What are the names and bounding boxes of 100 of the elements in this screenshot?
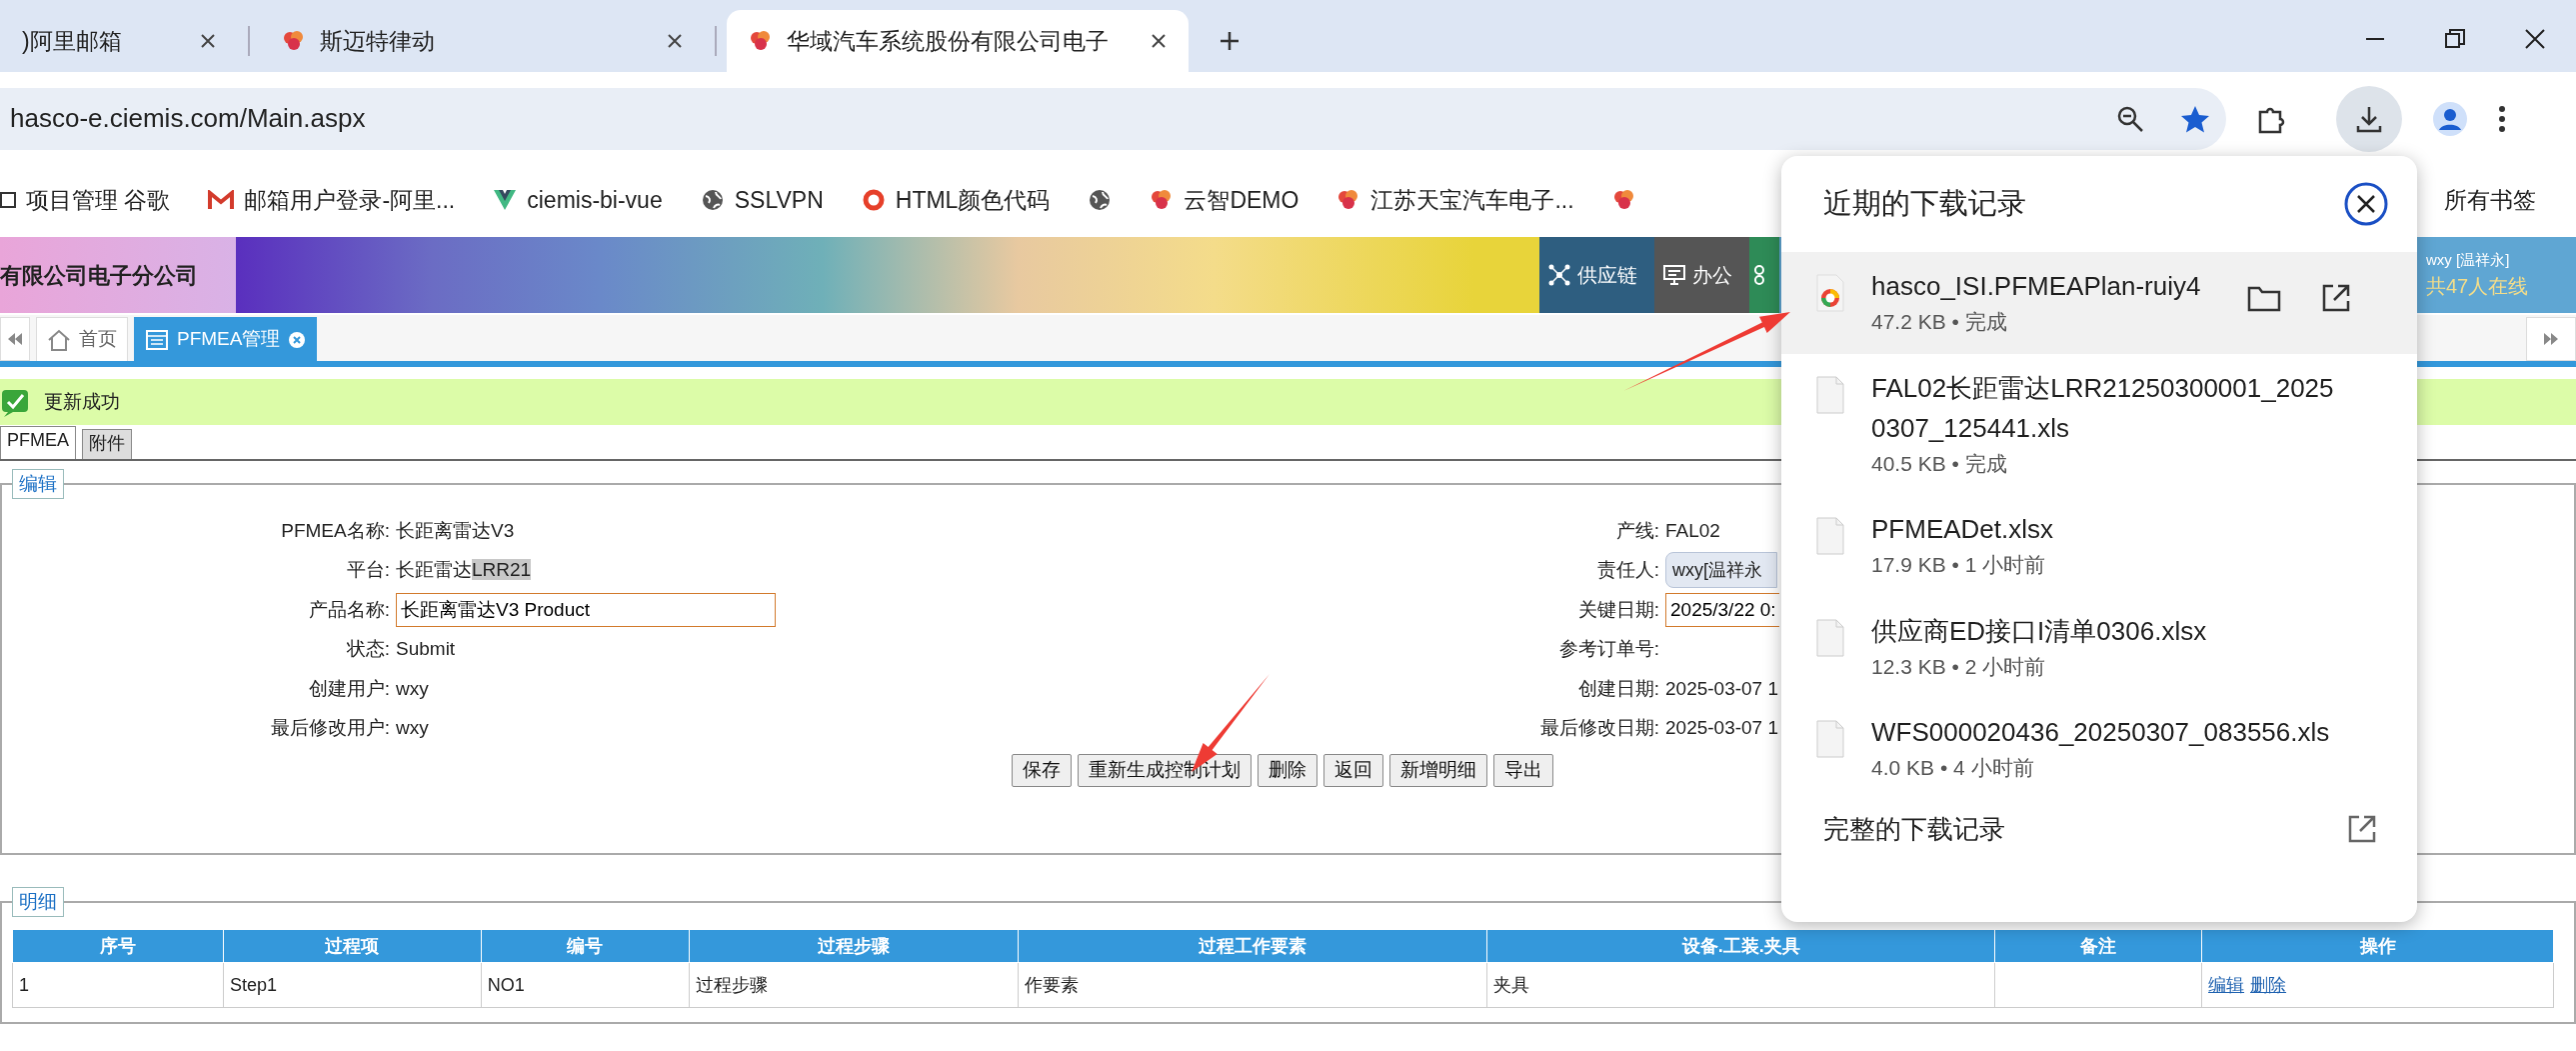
panel-title: 近期的下载记录 [1823,186,2026,222]
site-title: 有限公司电子分公司 [0,261,198,290]
field-label: PFMEA名称: [281,519,390,541]
field-label: 创建用户: [308,677,390,699]
flower-logo-icon[interactable] [1611,188,1636,212]
download-item[interactable]: WFS000020436_20250307_083556.xls 4.0 KB • 4 小时前 [1781,698,2417,800]
nav-button[interactable] [1749,237,1779,313]
network-icon [1547,263,1571,287]
form-tab[interactable]: 附件 [82,429,132,459]
close-icon[interactable] [200,33,216,49]
globe-icon [700,188,725,212]
action-button[interactable]: 保存 [1011,754,1072,787]
action-button[interactable]: 导出 [1492,754,1553,787]
table-cell: NO1 [487,974,525,995]
download-item[interactable]: PFMEADet.xlsx 17.9 KB • 1 小时前 [1781,495,2417,597]
mail-icon [208,190,235,210]
user-chip[interactable]: wxy[温祥永 [1665,552,1777,589]
column-header: 过程项 [223,929,482,963]
file-icon [1815,517,1845,555]
full-history-link[interactable]: 完整的下载记录 [1823,809,2005,849]
column-header: 过程步骤 [689,929,1019,963]
browser-tab[interactable]: )阿里邮箱 [0,10,238,72]
field-label: 关键日期: [1577,598,1659,620]
scroll-right-button[interactable] [2526,317,2576,361]
ring-icon [861,188,886,212]
double-left-icon [7,332,23,346]
action-button[interactable]: 新增明细 [1388,754,1487,787]
field-value: FAL02 [1665,519,1720,541]
table-link[interactable]: 删除 [2250,974,2287,995]
section-legend: 编辑 [12,469,64,499]
field-label: 最后修改用户: [270,717,390,738]
file-name: 供应商ED接口I清单0306.xlsx [1871,614,2208,648]
menu-icon[interactable] [2498,103,2506,134]
action-button[interactable]: 删除 [1257,754,1317,787]
bookmark-link[interactable]: ciemis-bi-vue [527,182,663,218]
column-header: 过程工作要素 [1018,929,1487,963]
field-label: 最后修改日期: [1539,717,1659,738]
restore-icon[interactable] [2444,28,2466,50]
download-item[interactable]: hasco_ISI.PFMEAPlan-ruiy4 47.2 KB • 完成 [1781,252,2417,354]
bookmark-link[interactable]: 江苏天宝汽车电子... [1370,182,1574,218]
circles-icon [1753,265,1765,285]
globe-icon[interactable] [1088,188,1113,212]
bookmark-folder[interactable]: 所有书签 [2444,182,2536,218]
table-icon [145,328,169,351]
zoom-icon[interactable] [2116,104,2144,133]
file-meta: 47.2 KB • 完成 [1871,309,2008,335]
field-label: 产品名称: [308,598,390,620]
home-icon [47,328,71,351]
download-item[interactable]: 供应商ED接口I清单0306.xlsx 12.3 KB • 2 小时前 [1781,596,2417,698]
field-label: 责任人: [1596,559,1659,580]
field-label: 创建日期: [1577,677,1659,699]
close-icon[interactable] [2524,28,2546,50]
page-tab[interactable]: 首页 [36,317,128,361]
external-link-icon[interactable] [2321,282,2351,313]
flower-logo-icon [749,29,773,53]
field-label: 平台: [346,559,390,580]
column-header: 操作 [2201,929,2554,963]
nav-button[interactable]: 供应链 [1539,237,1654,313]
browser-tab[interactable]: 斯迈特律动 [260,10,705,72]
bookmark-link[interactable]: HTML颜色代码 [895,182,1051,218]
v-logo-icon [493,189,518,211]
form-tab[interactable]: PFMEA [0,426,76,459]
text-field[interactable]: 长距离雷达V3 Product [396,592,776,627]
close-icon[interactable] [2343,181,2389,227]
address-bar[interactable]: hasco-e.ciemis.com/Main.aspx [0,87,2226,150]
close-icon[interactable] [667,33,683,49]
monitor-icon [1662,263,1686,287]
text-field[interactable]: 2025/3/22 0: [1665,592,1779,627]
browser-tab[interactable]: 华域汽车系统股份有限公司电子 [727,10,1189,72]
file-name: hasco_ISI.PFMEAPlan-ruiy4 [1871,270,2202,303]
external-link-icon[interactable] [2347,814,2377,844]
bookmark-link[interactable]: 云智DEMO [1184,182,1299,218]
column-header: 备注 [1994,929,2202,963]
table-cell: 1 [19,974,29,995]
bookmark-link[interactable]: SSLVPN [734,182,824,218]
download-item[interactable]: FAL02长距雷达LRR21250300001_20250307_125441.xls 40.5 KB • 完成 [1781,353,2417,495]
file-name: PFMEADet.xlsx [1871,513,2055,546]
flower-logo-icon [282,29,306,53]
table-cell: 夹具 [1493,974,1530,995]
pdf-file-icon [1815,274,1845,312]
close-icon[interactable] [1151,33,1167,49]
nav-button[interactable]: 办公 [1654,237,1749,313]
bookmark-link[interactable]: 项目管理 谷歌 [26,182,171,218]
field-value: wxy [396,677,429,699]
table-cell: 作要素 [1024,974,1079,995]
field-label: 参考订单号: [1558,638,1659,659]
profile-icon[interactable] [2432,100,2468,137]
file-name: FAL02长距雷达LRR21250300001_20250307_125441.xls [1871,371,2335,445]
field-value: 2025-03-07 1 [1665,677,1779,699]
online-count: 共47人在线 [2426,274,2530,300]
table-cell: Step1 [229,974,277,995]
plus-icon[interactable] [1219,30,1241,52]
scroll-left-button[interactable] [0,317,30,361]
bookmark-link[interactable]: 邮箱用户登录-阿里... [244,182,456,218]
file-meta: 12.3 KB • 2 小时前 [1871,653,2047,680]
double-right-icon [2543,332,2559,346]
table-link[interactable]: 编辑 [2208,974,2245,995]
field-label: 状态: [346,638,390,659]
field-value: wxy [396,717,429,738]
action-button[interactable]: 返回 [1322,754,1383,787]
